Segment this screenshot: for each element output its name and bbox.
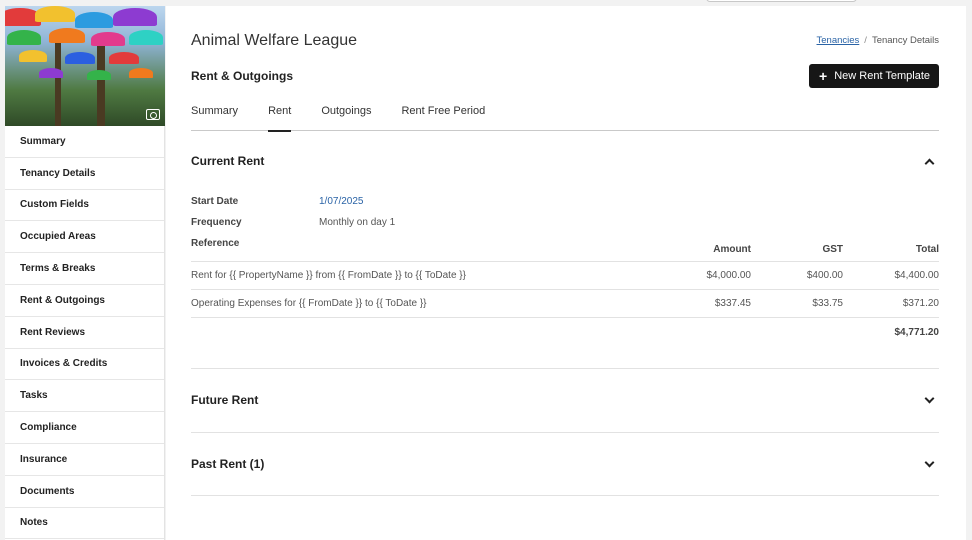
tab-bar: Summary Rent Outgoings Rent Free Period xyxy=(191,102,939,132)
sidebar-item-rent-reviews[interactable]: Rent Reviews xyxy=(5,317,164,349)
sidebar-item-terms-breaks[interactable]: Terms & Breaks xyxy=(5,253,164,285)
breadcrumb-separator: / xyxy=(864,35,867,46)
section-divider xyxy=(191,368,939,369)
main-panel: Animal Welfare League Tenancies / Tenancy … xyxy=(166,6,966,540)
future-rent-title: Future Rent xyxy=(191,393,259,407)
grand-total: $4,771.20 xyxy=(894,326,940,338)
row-amount: $4,000.00 xyxy=(706,270,752,281)
start-date-value: 1/07/2025 xyxy=(319,196,364,207)
row-gst: $400.00 xyxy=(806,270,843,281)
photo-umbrella xyxy=(129,30,163,45)
past-rent-header[interactable]: Past Rent (1) xyxy=(191,457,939,471)
section-title: Rent & Outgoings xyxy=(191,69,293,83)
sidebar-item-summary[interactable]: Summary xyxy=(5,126,164,158)
sidebar-item-notes[interactable]: Notes xyxy=(5,508,164,540)
breadcrumb-link-tenancies[interactable]: Tenancies xyxy=(817,35,860,46)
tab-summary[interactable]: Summary xyxy=(191,102,238,131)
sidebar-item-occupied-areas[interactable]: Occupied Areas xyxy=(5,221,164,254)
start-date-label: Start Date xyxy=(191,196,239,207)
top-search-input[interactable] xyxy=(706,0,857,2)
frequency-value: Monthly on day 1 xyxy=(319,217,396,228)
section-divider xyxy=(191,432,939,433)
sidebar-item-documents[interactable]: Documents xyxy=(5,476,164,508)
new-rent-template-label: New Rent Template xyxy=(834,70,930,82)
breadcrumb: Tenancies / Tenancy Details xyxy=(817,35,939,46)
table-header-gst: GST xyxy=(822,243,843,255)
table-row: Rent for {{ PropertyName }} from {{ From… xyxy=(191,262,939,290)
photo-tree-trunk xyxy=(97,46,105,126)
photo-umbrella xyxy=(7,30,41,45)
photo-umbrella xyxy=(65,52,95,64)
chevron-up-icon[interactable] xyxy=(924,158,935,168)
row-reference: Operating Expenses for {{ FromDate }} to… xyxy=(191,298,427,309)
photo-umbrella xyxy=(19,50,47,62)
sidebar-item-insurance[interactable]: Insurance xyxy=(5,444,164,476)
photo-umbrella xyxy=(75,12,113,28)
new-rent-template-button[interactable]: + New Rent Template xyxy=(809,64,939,88)
section-divider xyxy=(191,495,939,496)
tab-outgoings[interactable]: Outgoings xyxy=(321,102,371,131)
frequency-label: Frequency xyxy=(191,217,242,228)
table-total-row: $4,771.20 xyxy=(191,318,940,346)
row-total: $371.20 xyxy=(902,298,939,309)
tab-rent-free-period[interactable]: Rent Free Period xyxy=(401,102,485,131)
sidebar: Summary Tenancy Details Custom Fields Oc… xyxy=(5,6,165,540)
chevron-down-icon[interactable] xyxy=(924,457,935,467)
photo-umbrella xyxy=(87,70,111,80)
photo-umbrella xyxy=(35,6,75,22)
sidebar-nav: Summary Tenancy Details Custom Fields Oc… xyxy=(5,126,164,540)
table-header-total: Total xyxy=(915,243,939,255)
sidebar-item-tenancy-details[interactable]: Tenancy Details xyxy=(5,158,164,190)
future-rent-header[interactable]: Future Rent xyxy=(191,393,939,407)
row-gst: $33.75 xyxy=(812,298,843,309)
sidebar-item-compliance[interactable]: Compliance xyxy=(5,412,164,444)
past-rent-title: Past Rent (1) xyxy=(191,457,265,471)
property-photo[interactable] xyxy=(5,6,165,126)
row-reference: Rent for {{ PropertyName }} from {{ From… xyxy=(191,270,466,281)
current-rent-title: Current Rent xyxy=(191,154,265,168)
row-total: $4,400.00 xyxy=(894,270,940,281)
photo-umbrella xyxy=(91,32,125,46)
breadcrumb-current: Tenancy Details xyxy=(871,35,939,46)
row-amount: $337.45 xyxy=(714,298,751,309)
table-header-amount: Amount xyxy=(713,243,751,255)
sidebar-item-tasks[interactable]: Tasks xyxy=(5,380,164,413)
sidebar-item-custom-fields[interactable]: Custom Fields xyxy=(5,190,164,222)
current-rent-table: Amount GST Total Rent for {{ PropertyNam… xyxy=(191,237,939,346)
page-title: Animal Welfare League xyxy=(191,32,358,49)
current-rent-header[interactable]: Current Rent xyxy=(191,154,939,168)
photo-umbrella xyxy=(109,52,139,64)
table-row: Operating Expenses for {{ FromDate }} to… xyxy=(191,290,939,318)
sidebar-item-rent-outgoings[interactable]: Rent & Outgoings xyxy=(5,285,164,317)
table-header-row: Amount GST Total xyxy=(191,237,939,262)
photo-umbrella xyxy=(49,28,85,43)
photo-tree-trunk xyxy=(55,36,61,126)
sidebar-item-invoices-credits[interactable]: Invoices & Credits xyxy=(5,349,164,381)
camera-icon[interactable] xyxy=(146,109,160,120)
photo-umbrella xyxy=(129,68,153,78)
photo-umbrella xyxy=(39,68,63,78)
photo-umbrella xyxy=(113,8,157,26)
plus-icon: + xyxy=(819,68,828,84)
chevron-down-icon[interactable] xyxy=(924,393,935,403)
tab-rent[interactable]: Rent xyxy=(268,102,292,132)
